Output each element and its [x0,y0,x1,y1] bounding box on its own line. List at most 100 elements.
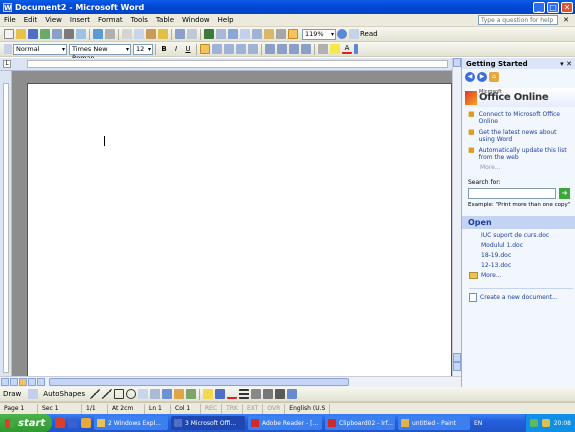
hyperlink-icon[interactable] [204,29,214,39]
home-icon[interactable]: ⌂ [489,72,499,82]
create-new-document-link[interactable]: Create a new document... [469,288,573,302]
print-layout-button[interactable] [19,378,27,386]
tray-network-icon[interactable] [529,419,538,427]
highlight-icon[interactable] [330,44,340,54]
toolbar-options-icon[interactable] [354,44,358,54]
justify-icon[interactable] [236,44,246,54]
task-paint[interactable]: untitled - Paint [398,416,470,430]
tray-volume-icon[interactable] [541,419,550,427]
wordart-icon[interactable] [150,389,161,399]
back-icon[interactable]: ◀ [465,72,475,82]
vertical-ruler[interactable] [0,71,12,376]
permission-icon[interactable] [40,29,50,39]
select-objects-icon[interactable] [28,389,39,399]
bullets-icon[interactable] [277,44,287,54]
font-color-icon[interactable]: A [342,44,352,54]
next-page-button[interactable] [453,362,461,371]
arrow-style-icon[interactable] [263,389,274,399]
undo-icon[interactable] [175,29,185,39]
email-icon[interactable] [52,29,62,39]
menu-tools[interactable]: Tools [127,16,152,24]
task-microsoft-office[interactable]: 3 Microsoft Offi... [171,416,245,430]
language-indicator[interactable]: EN [474,420,482,427]
normal-view-button[interactable] [1,378,9,386]
menu-file[interactable]: File [0,16,20,24]
open-folder-icon[interactable] [16,29,26,39]
menu-help[interactable]: Help [214,16,238,24]
menu-window[interactable]: Window [178,16,214,24]
auto-update-link[interactable]: ■ Automatically update this list from the… [468,147,571,162]
outside-border-icon[interactable] [318,44,328,54]
more-link[interactable]: More... [480,164,575,171]
status-ovr[interactable]: OVR [263,403,286,414]
3d-style-icon[interactable] [287,389,298,399]
line-color-icon[interactable] [215,389,226,399]
align-right-icon[interactable] [224,44,234,54]
menu-view[interactable]: View [41,16,66,24]
status-rec[interactable]: REC [201,403,223,414]
quicklaunch-ie-icon[interactable] [68,418,78,428]
diagram-icon[interactable] [162,389,173,399]
show-hide-icon[interactable] [288,29,298,39]
drawing-icon[interactable] [264,29,274,39]
redo-icon[interactable] [187,29,197,39]
connect-office-online-link[interactable]: ■ Connect to Microsoft Office Online [468,111,571,126]
menu-table[interactable]: Table [152,16,178,24]
paste-icon[interactable] [146,29,156,39]
format-painter-icon[interactable] [158,29,168,39]
insert-excel-icon[interactable] [240,29,250,39]
recent-file-link[interactable]: IUC suport de curs.doc [481,232,575,239]
style-dropdown[interactable]: Normal [13,43,67,55]
research-icon[interactable] [105,29,115,39]
recent-file-link[interactable]: 12-13.doc [481,262,575,269]
font-dropdown[interactable]: Times New Roman [69,43,131,62]
more-files-link[interactable]: More... [469,272,575,279]
insert-table-icon[interactable] [228,29,238,39]
ask-question-input[interactable]: Type a question for help [478,15,558,25]
underline-button[interactable]: U [183,44,193,54]
dash-style-icon[interactable] [251,389,262,399]
oval-icon[interactable] [126,389,137,399]
align-center-icon[interactable] [212,44,222,54]
read-button[interactable]: Read [360,30,378,38]
task-clipboard[interactable]: Clipboard02 - Irf... [325,416,395,430]
save-icon[interactable] [28,29,38,39]
task-windows-explorer[interactable]: 2 Windows Expl... [94,416,168,430]
cut-icon[interactable] [122,29,132,39]
search-input[interactable] [468,188,556,199]
vertical-scrollbar[interactable] [452,58,461,376]
word-app-icon[interactable]: W [3,2,12,12]
bold-button[interactable]: B [159,44,169,54]
recent-file-link[interactable]: Modulul 1.doc [481,242,575,249]
menu-edit[interactable]: Edit [20,16,42,24]
minimize-button[interactable]: _ [533,1,545,13]
clip-art-icon[interactable] [174,389,185,399]
line-style-icon[interactable] [239,389,250,399]
recent-file-link[interactable]: 18-19.doc [481,252,575,259]
arrow-icon[interactable] [102,389,113,399]
zoom-dropdown[interactable]: 119% [302,28,336,40]
print-preview-icon[interactable] [76,29,86,39]
new-document-icon[interactable] [4,29,14,39]
help-icon[interactable] [337,29,347,39]
align-left-icon[interactable] [200,44,210,54]
font-size-dropdown[interactable]: 12 [133,43,153,55]
scroll-up-button[interactable] [453,58,461,67]
horizontal-ruler[interactable]: L [0,58,461,71]
decrease-indent-icon[interactable] [289,44,299,54]
tables-borders-icon[interactable] [216,29,226,39]
menu-insert[interactable]: Insert [66,16,94,24]
copy-icon[interactable] [134,29,144,39]
horizontal-scrollbar[interactable] [0,376,461,387]
draw-menu[interactable]: Draw [3,390,21,398]
line-spacing-icon[interactable] [248,44,258,54]
document-page[interactable] [27,83,452,378]
forward-icon[interactable]: ▶ [477,72,487,82]
task-pane-close-icon[interactable]: ▾ ✕ [560,60,572,68]
status-trk[interactable]: TRK [222,403,243,414]
picture-icon[interactable] [186,389,197,399]
print-icon[interactable] [64,29,74,39]
horizontal-scroll-thumb[interactable] [49,378,349,386]
line-icon[interactable] [90,389,101,399]
numbering-icon[interactable] [265,44,275,54]
